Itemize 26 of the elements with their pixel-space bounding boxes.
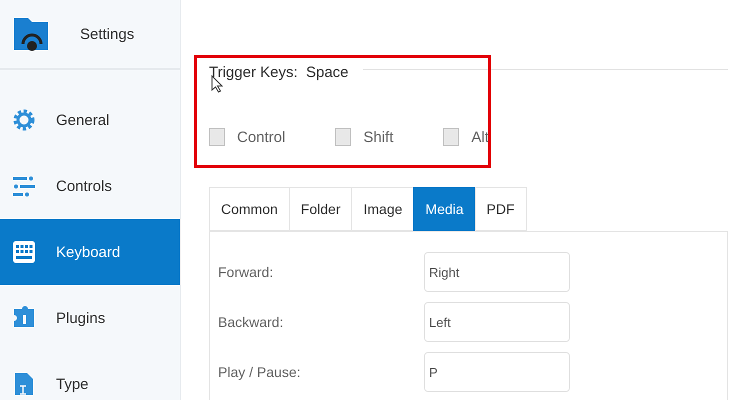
- sidebar-item[interactable]: Plugins: [0, 285, 180, 351]
- shortcut-field[interactable]: P: [424, 352, 570, 392]
- shortcut-field[interactable]: Left: [424, 302, 570, 342]
- document-icon: [12, 372, 36, 396]
- tab[interactable]: Media: [413, 187, 475, 231]
- trigger-keys-label: Trigger Keys: Space: [209, 64, 349, 81]
- tab[interactable]: Folder: [288, 187, 352, 231]
- tab[interactable]: Image: [351, 187, 414, 231]
- sliders-icon: [12, 174, 36, 198]
- tab[interactable]: PDF: [474, 187, 527, 231]
- sidebar-item[interactable]: General: [0, 87, 180, 153]
- shortcut-label: Backward:: [218, 314, 284, 330]
- gear-icon: [12, 108, 36, 132]
- modifier-checkbox[interactable]: Shift: [335, 128, 394, 146]
- keyboard-icon: [12, 240, 36, 264]
- sidebar-item[interactable]: Controls: [0, 153, 180, 219]
- sidebar-item[interactable]: Type: [0, 351, 180, 400]
- tab[interactable]: Common: [209, 187, 289, 231]
- modifier-checkbox[interactable]: Control: [209, 128, 286, 146]
- shortcut-label: Play / Pause:: [218, 364, 302, 380]
- modifier-checkbox[interactable]: Alt: [443, 128, 489, 146]
- shortcut-field[interactable]: Right: [424, 252, 570, 292]
- sidebar-item[interactable]: Keyboard: [0, 219, 180, 285]
- puzzle-icon: [12, 306, 36, 330]
- app-title: Settings: [80, 26, 134, 42]
- shortcut-label: Forward:: [218, 264, 274, 280]
